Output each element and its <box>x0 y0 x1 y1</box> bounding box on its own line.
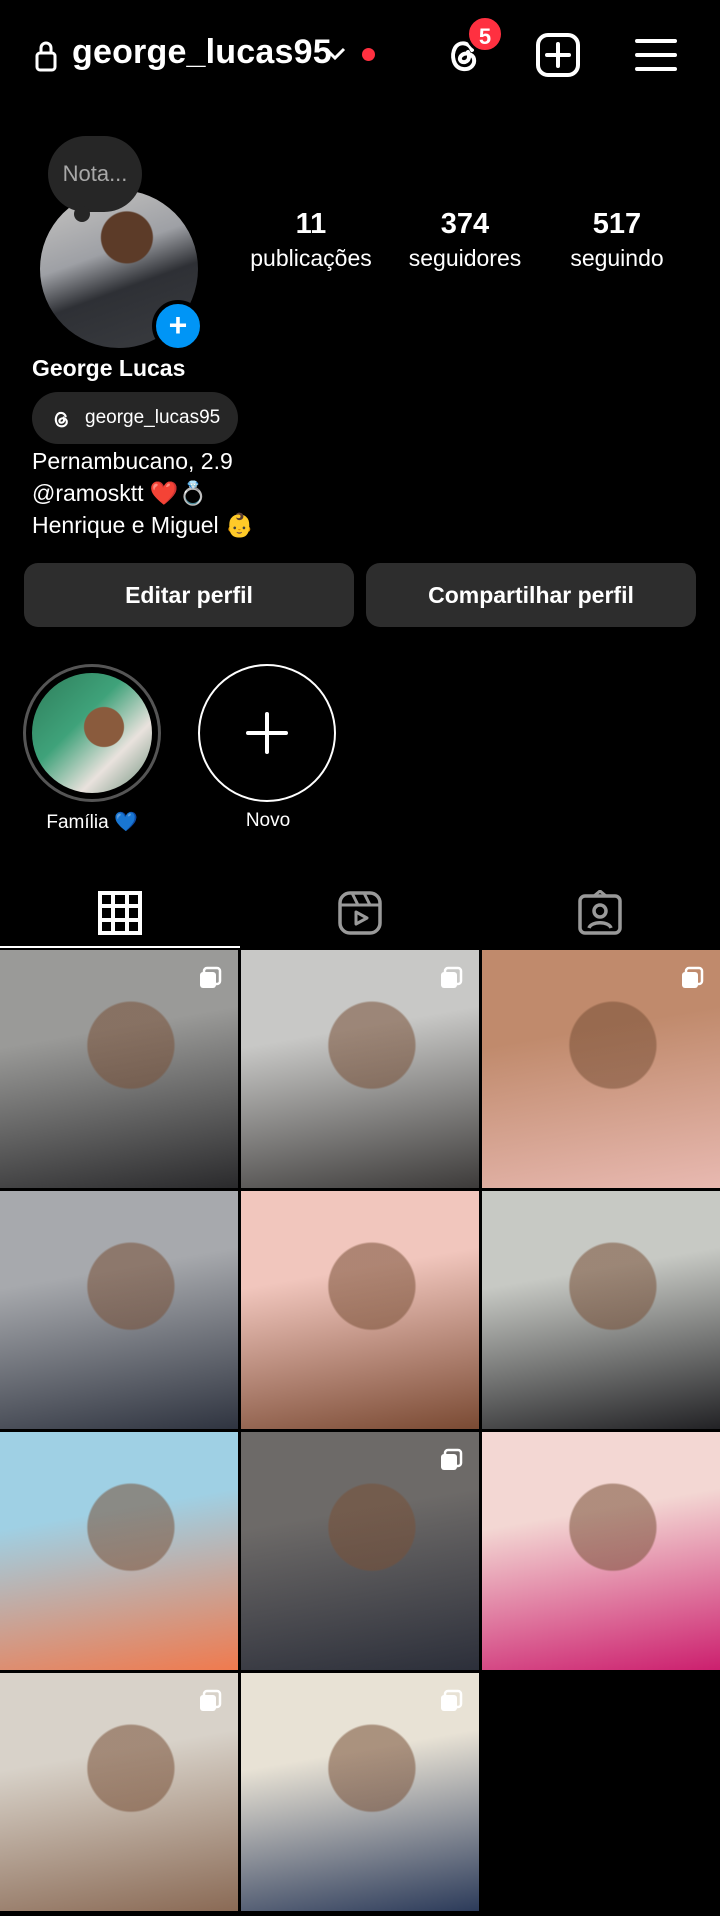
carousel-icon <box>441 1448 463 1470</box>
post-thumbnail[interactable] <box>482 1432 720 1670</box>
carousel-icon <box>441 1689 463 1711</box>
post-thumbnail[interactable] <box>241 1191 479 1429</box>
post-thumbnail[interactable] <box>0 950 238 1188</box>
username-switcher[interactable]: george_lucas95 <box>72 33 332 72</box>
post-thumbnail[interactable] <box>241 1673 479 1911</box>
add-post-icon[interactable] <box>533 30 583 80</box>
threads-handle: george_lucas95 <box>85 407 221 428</box>
add-story-plus-icon[interactable]: + <box>152 300 204 352</box>
post-thumbnail[interactable] <box>482 950 720 1188</box>
chevron-down-icon[interactable] <box>322 44 348 64</box>
stat-value: 517 <box>592 208 642 240</box>
bio-line: Pernambucano, 2.9 <box>32 448 233 474</box>
tagged-icon[interactable] <box>577 890 623 936</box>
threads-badge: 5 <box>466 15 504 53</box>
edit-profile-button[interactable]: Editar perfil <box>24 563 354 627</box>
lock-icon <box>35 41 57 72</box>
carousel-icon <box>200 966 222 988</box>
highlight-label: Família 💙 <box>46 812 138 833</box>
post-thumbnail[interactable] <box>0 1432 238 1670</box>
menu-icon[interactable] <box>631 30 681 80</box>
post-thumbnail[interactable] <box>482 1191 720 1429</box>
stat-label: seguidores <box>408 245 522 271</box>
top-bar: george_lucas95 5 <box>0 0 720 110</box>
bio-line-mention[interactable]: @ramosktt ❤️💍 <box>32 480 207 507</box>
post-thumbnail[interactable] <box>241 1432 479 1670</box>
highlight-cover <box>32 673 152 793</box>
stat-label: publicações <box>250 245 372 271</box>
stat-followers[interactable]: 374 seguidores <box>385 208 545 272</box>
reels-icon[interactable] <box>337 890 383 936</box>
stat-value: 374 <box>440 208 490 240</box>
plus-icon <box>246 712 288 754</box>
post-thumbnail[interactable] <box>0 1673 238 1911</box>
notification-dot <box>362 48 375 61</box>
stat-following[interactable]: 517 seguindo <box>537 208 697 272</box>
carousel-icon <box>441 966 463 988</box>
full-name: George Lucas <box>32 355 186 381</box>
note-tail <box>74 206 90 222</box>
post-thumbnail[interactable] <box>0 1191 238 1429</box>
threads-icon <box>54 411 68 428</box>
carousel-icon <box>200 1689 222 1711</box>
threads-profile-link[interactable]: george_lucas95 <box>32 392 238 444</box>
stat-value: 11 <box>295 208 327 240</box>
stat-label: seguindo <box>570 245 664 271</box>
highlight-new[interactable] <box>198 664 336 802</box>
bio-line: Henrique e Miguel 👶 <box>32 512 254 538</box>
note-bubble[interactable]: Nota... <box>48 136 142 212</box>
stat-posts[interactable]: 11 publicações <box>231 208 391 272</box>
carousel-icon <box>682 966 704 988</box>
share-profile-button[interactable]: Compartilhar perfil <box>366 563 696 627</box>
grid-icon[interactable] <box>97 890 143 936</box>
highlight-familia[interactable] <box>23 664 161 802</box>
highlight-label: Novo <box>245 810 291 831</box>
post-thumbnail[interactable] <box>241 950 479 1188</box>
active-tab-indicator <box>0 946 240 948</box>
